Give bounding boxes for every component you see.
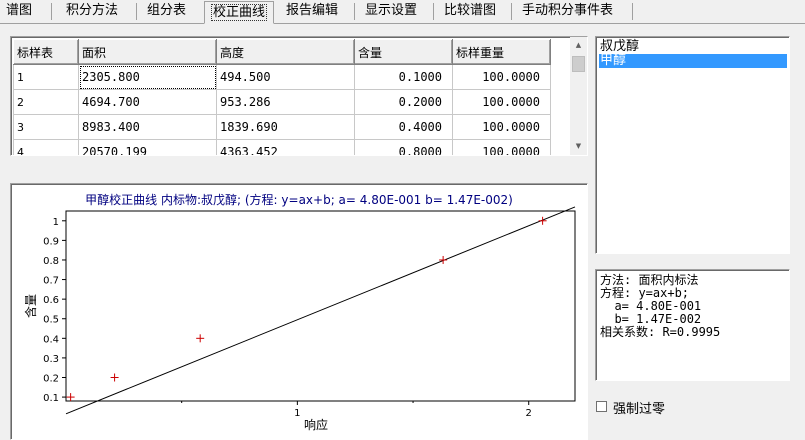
- row-number[interactable]: 1: [13, 64, 79, 90]
- cell-standard-weight[interactable]: 100.0000: [452, 114, 551, 140]
- cell-area[interactable]: 20570.199: [78, 139, 217, 155]
- row-number[interactable]: 2: [13, 89, 79, 115]
- standards-table-panel: 标样表 面积 高度 含量 标样重量 1 2305.800 494.500 0.1…: [10, 36, 588, 156]
- checkbox-box[interactable]: [596, 401, 607, 412]
- scroll-down-arrow-icon[interactable]: ▼: [570, 138, 587, 155]
- row-number[interactable]: 4: [13, 139, 79, 155]
- calibration-info-box: 方法: 面积内标法 方程: y=ax+b; a= 4.80E-001 b= 1.…: [595, 269, 790, 381]
- cell-standard-weight[interactable]: 100.0000: [452, 139, 551, 155]
- tab-calibration-curve-label: 校正曲线: [211, 4, 268, 21]
- list-item-tert-amyl-alcohol[interactable]: 叔戊醇: [599, 40, 787, 54]
- y-tick-label: 0.6: [43, 295, 59, 306]
- y-tick-label: 0.9: [43, 236, 59, 247]
- cell-content[interactable]: 0.4000: [354, 114, 453, 140]
- table-row[interactable]: 2 4694.700 953.286 0.2000 100.0000: [13, 89, 551, 115]
- cell-height[interactable]: 953.286: [216, 89, 355, 115]
- column-header-content[interactable]: 含量: [354, 39, 453, 65]
- tab-manual-integration-events[interactable]: 手动积分事件表: [516, 0, 619, 23]
- calibration-chart: 甲醇校正曲线 内标物:叔戊醇; (方程: y=ax+b; a= 4.80E-00…: [23, 192, 576, 432]
- y-tick-label: 0.1: [43, 393, 59, 404]
- table-scrollbar[interactable]: ▲ ▼: [570, 37, 587, 155]
- tab-separator: [433, 3, 434, 20]
- y-tick-label: 0.3: [43, 354, 59, 365]
- tab-report-editor[interactable]: 报告编辑: [280, 0, 344, 23]
- cell-standard-weight[interactable]: 100.0000: [452, 64, 551, 90]
- tab-separator: [632, 3, 633, 20]
- tab-separator: [354, 3, 355, 20]
- tab-bar: 谱图 积分方法 组分表 校正曲线 报告编辑 显示设置 比较谱图 手动积分事件表: [0, 0, 805, 24]
- tab-compare-chromatograms[interactable]: 比较谱图: [438, 0, 502, 23]
- tab-integration-method[interactable]: 积分方法: [60, 0, 124, 23]
- list-item-methanol[interactable]: 甲醇: [599, 54, 787, 68]
- table-row[interactable]: 4 20570.199 4363.452 0.8000 100.0000: [13, 139, 551, 155]
- y-tick-label: 0.2: [43, 373, 59, 384]
- calibration-chart-panel: 甲醇校正曲线 内标物:叔戊醇; (方程: y=ax+b; a= 4.80E-00…: [10, 183, 588, 440]
- x-tick-label: 2: [526, 408, 532, 419]
- row-number[interactable]: 3: [13, 114, 79, 140]
- y-tick-label: 0.7: [43, 276, 59, 287]
- column-header-height[interactable]: 高度: [216, 39, 355, 65]
- info-correlation: 相关系数: R=0.9995: [600, 325, 721, 339]
- column-header-standard-weight[interactable]: 标样重量: [452, 39, 551, 65]
- cell-content[interactable]: 0.2000: [354, 89, 453, 115]
- tab-separator: [511, 3, 512, 20]
- table-row[interactable]: 3 8983.400 1839.690 0.4000 100.0000: [13, 114, 551, 140]
- x-tick-label: 1: [294, 408, 300, 419]
- tab-separator: [136, 3, 137, 20]
- scroll-up-arrow-icon[interactable]: ▲: [570, 37, 587, 54]
- y-axis-label: 含量: [23, 294, 38, 318]
- cell-height[interactable]: 1839.690: [216, 114, 355, 140]
- tab-chromatogram[interactable]: 谱图: [0, 0, 38, 23]
- standards-table: 标样表 面积 高度 含量 标样重量 1 2305.800 494.500 0.1…: [13, 39, 551, 155]
- column-header-area[interactable]: 面积: [78, 39, 217, 65]
- y-tick-label: 1: [53, 217, 59, 228]
- y-axis: 0.1 0.2 0.3 0.4 0.5 0.6 0.7 0.8 0.9 1: [43, 217, 66, 404]
- cell-content[interactable]: 0.8000: [354, 139, 453, 155]
- cell-area[interactable]: 2305.800: [78, 64, 217, 90]
- checkbox-label: 强制过零: [613, 402, 666, 417]
- chart-title: 甲醇校正曲线 内标物:叔戊醇; (方程: y=ax+b; a= 4.80E-00…: [85, 192, 513, 207]
- component-list: 叔戊醇 甲醇: [595, 36, 790, 254]
- tab-separator: [51, 3, 52, 20]
- cell-height[interactable]: 4363.452: [216, 139, 355, 155]
- table-row[interactable]: 1 2305.800 494.500 0.1000 100.0000: [13, 64, 551, 90]
- x-axis: 12: [181, 401, 532, 419]
- y-tick-label: 0.5: [43, 315, 59, 326]
- column-header-standard[interactable]: 标样表: [13, 39, 79, 65]
- x-axis-label: 响应: [304, 417, 328, 432]
- scroll-thumb[interactable]: [572, 56, 585, 72]
- y-tick-label: 0.4: [43, 334, 59, 345]
- y-tick-label: 0.8: [43, 256, 59, 267]
- tab-display-settings[interactable]: 显示设置: [359, 0, 423, 23]
- cell-height[interactable]: 494.500: [216, 64, 355, 90]
- cell-area[interactable]: 8983.400: [78, 114, 217, 140]
- tab-component-table[interactable]: 组分表: [141, 0, 192, 23]
- plot-area: [65, 210, 576, 402]
- cell-content[interactable]: 0.1000: [354, 64, 453, 90]
- cell-standard-weight[interactable]: 100.0000: [452, 89, 551, 115]
- cell-area[interactable]: 4694.700: [78, 89, 217, 115]
- tab-calibration-curve[interactable]: 校正曲线: [204, 1, 275, 24]
